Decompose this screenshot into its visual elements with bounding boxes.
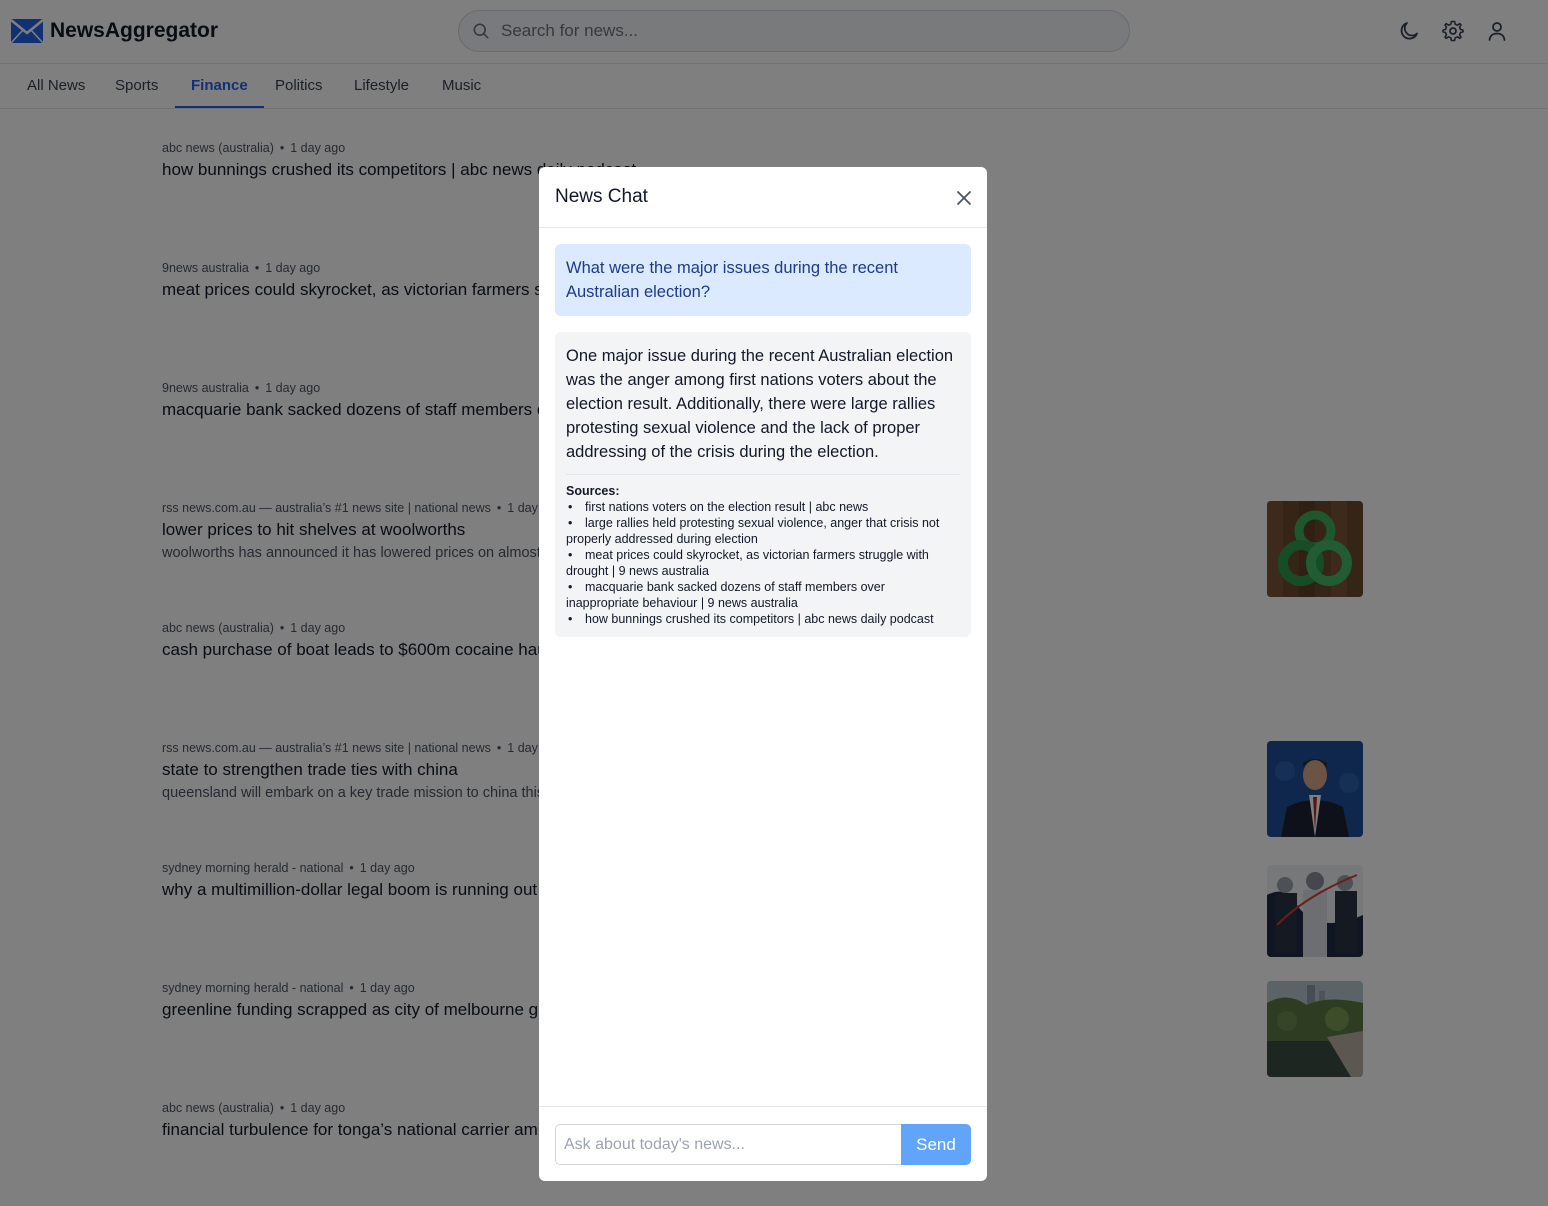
modal-title: News Chat [555, 186, 648, 207]
news-chat-modal: News Chat What were the major issues dur… [539, 167, 987, 1181]
user-message: What were the major issues during the re… [555, 244, 971, 316]
source-item: macquarie bank sacked dozens of staff me… [566, 579, 960, 611]
source-item: how bunnings crushed its competitors | a… [566, 611, 960, 627]
sources-label: Sources: [566, 484, 620, 498]
assistant-message-text: One major issue during the recent Austra… [566, 347, 954, 461]
close-icon[interactable] [953, 187, 975, 209]
modal-header: News Chat [539, 167, 987, 228]
sources-section: Sources: first nations voters on the ele… [566, 474, 960, 627]
source-item: large rallies held protesting sexual vio… [566, 515, 960, 547]
assistant-message: One major issue during the recent Austra… [555, 332, 971, 637]
source-item: meat prices could skyrocket, as victoria… [566, 547, 960, 579]
chat-input-bar: Send [539, 1106, 987, 1181]
chat-input[interactable] [555, 1124, 901, 1165]
source-item: first nations voters on the election res… [566, 499, 960, 515]
send-button[interactable]: Send [901, 1124, 971, 1165]
